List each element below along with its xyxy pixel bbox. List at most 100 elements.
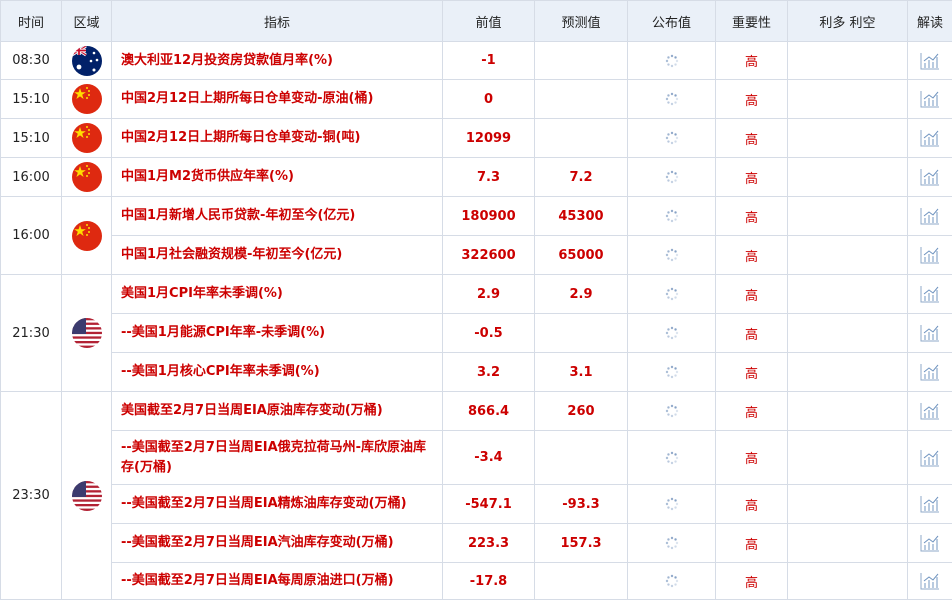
importance-value: 高 (715, 391, 788, 431)
indicator-cell[interactable]: --美国截至2月7日当周EIA每周原油进口(万桶) (111, 562, 443, 600)
indicator-cell[interactable]: 中国1月社会融资规模-年初至今(亿元) (111, 235, 443, 275)
time-cell: 08:30 (0, 41, 62, 80)
analysis-cell[interactable] (907, 484, 952, 524)
china-flag-icon (71, 162, 102, 192)
chart-analysis-icon[interactable] (920, 324, 940, 342)
analysis-cell[interactable] (907, 157, 952, 197)
actual-cell (627, 41, 716, 80)
chart-analysis-icon[interactable] (920, 52, 940, 70)
table-row: 16:00 中国1月M2货币供应年率(%) 7.3 7.2 高 (0, 157, 952, 197)
impact-cell (787, 41, 908, 80)
analysis-cell[interactable] (907, 391, 952, 431)
analysis-cell[interactable] (907, 352, 952, 392)
table-row: 15:10 中国2月12日上期所每日仓单变动-铜(吨) 12099 高 (0, 118, 952, 158)
indicator-cell[interactable]: 中国2月12日上期所每日仓单变动-原油(桶) (111, 79, 443, 119)
analysis-cell[interactable] (907, 562, 952, 600)
indicator-cell[interactable]: 美国截至2月7日当周EIA原油库存变动(万桶) (111, 391, 443, 431)
analysis-cell[interactable] (907, 523, 952, 563)
region-cell (61, 196, 112, 275)
loading-spinner-icon (665, 574, 679, 588)
region-cell (61, 157, 112, 197)
region-cell (61, 41, 112, 80)
analysis-cell[interactable] (907, 118, 952, 158)
time-cell: 23:30 (0, 391, 62, 600)
actual-cell (627, 562, 716, 600)
importance-value: 高 (715, 313, 788, 353)
previous-value: -17.8 (442, 562, 535, 600)
loading-spinner-icon (665, 248, 679, 262)
time-cell: 16:00 (0, 196, 62, 275)
previous-value: -3.4 (442, 430, 535, 485)
indicator-cell[interactable]: --美国截至2月7日当周EIA俄克拉荷马州-库欣原油库存(万桶) (111, 430, 443, 485)
forecast-value (534, 313, 628, 353)
loading-spinner-icon (665, 536, 679, 550)
chart-analysis-icon[interactable] (920, 402, 940, 420)
table-row: 16:00 中国1月新增人民币贷款-年初至今(亿元) 180900 45300 高 (0, 196, 952, 275)
forecast-value (534, 79, 628, 119)
header-region: 区域 (61, 0, 112, 42)
time-cell: 21:30 (0, 274, 62, 392)
loading-spinner-icon (665, 326, 679, 340)
time-cell: 15:10 (0, 118, 62, 158)
loading-spinner-icon (665, 451, 679, 465)
table-row: 21:30 美国1月CPI年率未季调(%) 2.9 2.9 高 (0, 274, 952, 392)
impact-cell (787, 79, 908, 119)
forecast-value (534, 562, 628, 600)
table-row: --美国截至2月7日当周EIA俄克拉荷马州-库欣原油库存(万桶) -3.4 高 (1, 430, 952, 485)
table-row: 15:10 中国2月12日上期所每日仓单变动-原油(桶) 0 高 (0, 79, 952, 119)
actual-cell (627, 484, 716, 524)
chart-analysis-icon[interactable] (920, 285, 940, 303)
header-forecast: 预测值 (534, 0, 628, 42)
chart-analysis-icon[interactable] (920, 246, 940, 264)
actual-cell (627, 235, 716, 275)
previous-value: -1 (442, 41, 535, 80)
indicator-cell[interactable]: --美国截至2月7日当周EIA精炼油库存变动(万桶) (111, 484, 443, 524)
analysis-cell[interactable] (907, 196, 952, 236)
table-row: --美国1月核心CPI年率未季调(%) 3.2 3.1 高 (1, 352, 952, 392)
analysis-cell[interactable] (907, 313, 952, 353)
chart-analysis-icon[interactable] (920, 534, 940, 552)
actual-cell (627, 430, 716, 485)
impact-cell (787, 352, 908, 392)
chart-analysis-icon[interactable] (920, 207, 940, 225)
indicator-cell[interactable]: 中国1月新增人民币贷款-年初至今(亿元) (111, 196, 443, 236)
actual-cell (627, 313, 716, 353)
indicator-cell[interactable]: 美国1月CPI年率未季调(%) (111, 274, 443, 314)
loading-spinner-icon (665, 365, 679, 379)
analysis-cell[interactable] (907, 79, 952, 119)
table-row: 中国1月社会融资规模-年初至今(亿元) 322600 65000 高 (1, 235, 952, 275)
table-row: --美国截至2月7日当周EIA精炼油库存变动(万桶) -547.1 -93.3 高 (1, 484, 952, 524)
indicator-cell[interactable]: --美国截至2月7日当周EIA汽油库存变动(万桶) (111, 523, 443, 563)
chart-analysis-icon[interactable] (920, 495, 940, 513)
actual-cell (627, 79, 716, 119)
header-indicator: 指标 (111, 0, 443, 42)
impact-cell (787, 313, 908, 353)
chart-analysis-icon[interactable] (920, 129, 940, 147)
analysis-cell[interactable] (907, 41, 952, 80)
loading-spinner-icon (665, 131, 679, 145)
indicator-cell[interactable]: 中国2月12日上期所每日仓单变动-铜(吨) (111, 118, 443, 158)
indicator-cell[interactable]: 中国1月M2货币供应年率(%) (111, 157, 443, 197)
chart-analysis-icon[interactable] (920, 90, 940, 108)
forecast-value: 7.2 (534, 157, 628, 197)
time-cell: 15:10 (0, 79, 62, 119)
chart-analysis-icon[interactable] (920, 168, 940, 186)
indicator-cell[interactable]: 澳大利亚12月投资房贷款值月率(%) (111, 41, 443, 80)
analysis-cell[interactable] (907, 430, 952, 485)
region-cell (61, 118, 112, 158)
analysis-cell[interactable] (907, 235, 952, 275)
chart-analysis-icon[interactable] (920, 363, 940, 381)
chart-analysis-icon[interactable] (920, 449, 940, 467)
impact-cell (787, 118, 908, 158)
china-flag-icon (71, 220, 102, 251)
forecast-value: 2.9 (534, 274, 628, 314)
table-row: 23:30 美国截至2月7日当周EIA原油库存变动(万桶) 866.4 260 高 (0, 391, 952, 600)
previous-value: 2.9 (442, 274, 535, 314)
analysis-cell[interactable] (907, 274, 952, 314)
indicator-cell[interactable]: --美国1月能源CPI年率-未季调(%) (111, 313, 443, 353)
chart-analysis-icon[interactable] (920, 572, 940, 590)
australia-flag-icon (71, 45, 102, 76)
economic-calendar-table: 时间 区域 指标 前值 预测值 公布值 重要性 利多 利空 解读 08:30 澳… (0, 0, 952, 600)
indicator-cell[interactable]: --美国1月核心CPI年率未季调(%) (111, 352, 443, 392)
loading-spinner-icon (665, 497, 679, 511)
